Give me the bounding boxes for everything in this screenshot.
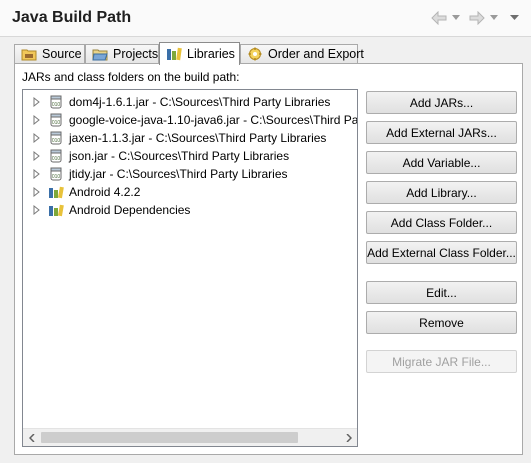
- chevron-down-icon: [490, 15, 498, 21]
- chevron-right-icon: [345, 433, 352, 442]
- expand-arrow-icon[interactable]: [32, 187, 42, 197]
- svg-text:010: 010: [52, 156, 61, 162]
- migrate-jar-file-button[interactable]: Migrate JAR File...: [366, 350, 517, 373]
- svg-text:010: 010: [52, 102, 61, 108]
- view-menu-button[interactable]: [510, 10, 519, 26]
- jar-icon: 010: [50, 167, 62, 181]
- title-bar: Java Build Path: [0, 0, 531, 37]
- add-library-button[interactable]: Add Library...: [366, 181, 517, 204]
- expand-arrow-icon[interactable]: [32, 205, 42, 215]
- jar-icon: 010: [50, 113, 62, 127]
- scroll-right-button[interactable]: [340, 429, 357, 446]
- tree-item-label: Android 4.2.2: [69, 185, 141, 199]
- expand-arrow-icon[interactable]: [32, 115, 42, 125]
- view-menu-icon: [510, 15, 519, 21]
- tree-item-label: jtidy.jar - C:\Sources\Third Party Libra…: [69, 167, 288, 181]
- forward-arrow-icon: [469, 11, 485, 25]
- tree-item-label: json.jar - C:\Sources\Third Party Librar…: [69, 149, 290, 163]
- chevron-left-icon: [28, 433, 35, 442]
- source-folder-icon: [21, 47, 37, 61]
- library-container-icon: [49, 204, 64, 217]
- svg-text:010: 010: [52, 138, 61, 144]
- tree-item-json[interactable]: 010 json.jar - C:\Sources\Third Party Li…: [23, 147, 357, 165]
- tab-libraries[interactable]: Libraries: [159, 42, 240, 65]
- add-external-jars-button[interactable]: Add External JARs...: [366, 121, 517, 144]
- order-export-icon: [247, 47, 263, 61]
- expand-arrow-icon[interactable]: [32, 133, 42, 143]
- forward-button[interactable]: [469, 10, 485, 26]
- forward-history-dropdown[interactable]: [490, 10, 498, 26]
- back-arrow-icon: [431, 11, 447, 25]
- svg-text:010: 010: [52, 120, 61, 126]
- add-jars-button[interactable]: Add JARs...: [366, 91, 517, 114]
- libraries-icon: [166, 47, 182, 61]
- tree-item-google-voice[interactable]: 010 google-voice-java-1.10-java6.jar - C…: [23, 111, 358, 129]
- tab-label: Projects: [113, 47, 159, 61]
- tree-item-label: dom4j-1.6.1.jar - C:\Sources\Third Party…: [69, 95, 331, 109]
- add-class-folder-button[interactable]: Add Class Folder...: [366, 211, 517, 234]
- tab-label: Order and Export: [268, 47, 364, 61]
- tab-order-and-export[interactable]: Order and Export: [240, 44, 364, 63]
- back-history-dropdown[interactable]: [452, 10, 460, 26]
- add-external-class-folder-button[interactable]: Add External Class Folder...: [366, 241, 517, 264]
- tree-item-dom4j[interactable]: 010 dom4j-1.6.1.jar - C:\Sources\Third P…: [23, 93, 357, 111]
- tab-source[interactable]: Source: [14, 44, 85, 63]
- tree-item-label: jaxen-1.1.3.jar - C:\Sources\Third Party…: [69, 131, 327, 145]
- expand-arrow-icon[interactable]: [32, 169, 42, 179]
- tree-item-jtidy[interactable]: 010 jtidy.jar - C:\Sources\Third Party L…: [23, 165, 357, 183]
- tree-item-label: google-voice-java-1.10-java6.jar - C:\So…: [69, 113, 358, 127]
- back-button[interactable]: [431, 10, 447, 26]
- page-title: Java Build Path: [12, 9, 132, 26]
- tree-item-jaxen[interactable]: 010 jaxen-1.1.3.jar - C:\Sources\Third P…: [23, 129, 357, 147]
- tab-label: Source: [42, 47, 82, 61]
- tree-item-android-dependencies[interactable]: Android Dependencies: [23, 201, 357, 219]
- svg-text:010: 010: [52, 174, 61, 180]
- build-path-tree[interactable]: 010 dom4j-1.6.1.jar - C:\Sources\Third P…: [22, 89, 358, 447]
- expand-arrow-icon[interactable]: [32, 97, 42, 107]
- scroll-left-button[interactable]: [23, 429, 40, 446]
- chevron-down-icon: [452, 15, 460, 21]
- tab-label: Libraries: [187, 47, 235, 61]
- edit-button[interactable]: Edit...: [366, 281, 517, 304]
- add-variable-button[interactable]: Add Variable...: [366, 151, 517, 174]
- expand-arrow-icon[interactable]: [32, 151, 42, 161]
- projects-folder-icon: [92, 47, 108, 61]
- jar-icon: 010: [50, 131, 62, 145]
- tree-item-android-4-2-2[interactable]: Android 4.2.2: [23, 183, 357, 201]
- scrollbar-thumb[interactable]: [41, 432, 298, 443]
- jar-icon: 010: [50, 95, 62, 109]
- tab-projects[interactable]: Projects: [85, 44, 159, 63]
- libraries-panel: JARs and class folders on the build path…: [14, 63, 523, 455]
- library-container-icon: [49, 186, 64, 199]
- horizontal-scrollbar[interactable]: [23, 428, 357, 446]
- tree-item-label: Android Dependencies: [69, 203, 191, 217]
- jar-icon: 010: [50, 149, 62, 163]
- remove-button[interactable]: Remove: [366, 311, 517, 334]
- section-label: JARs and class folders on the build path…: [22, 70, 240, 84]
